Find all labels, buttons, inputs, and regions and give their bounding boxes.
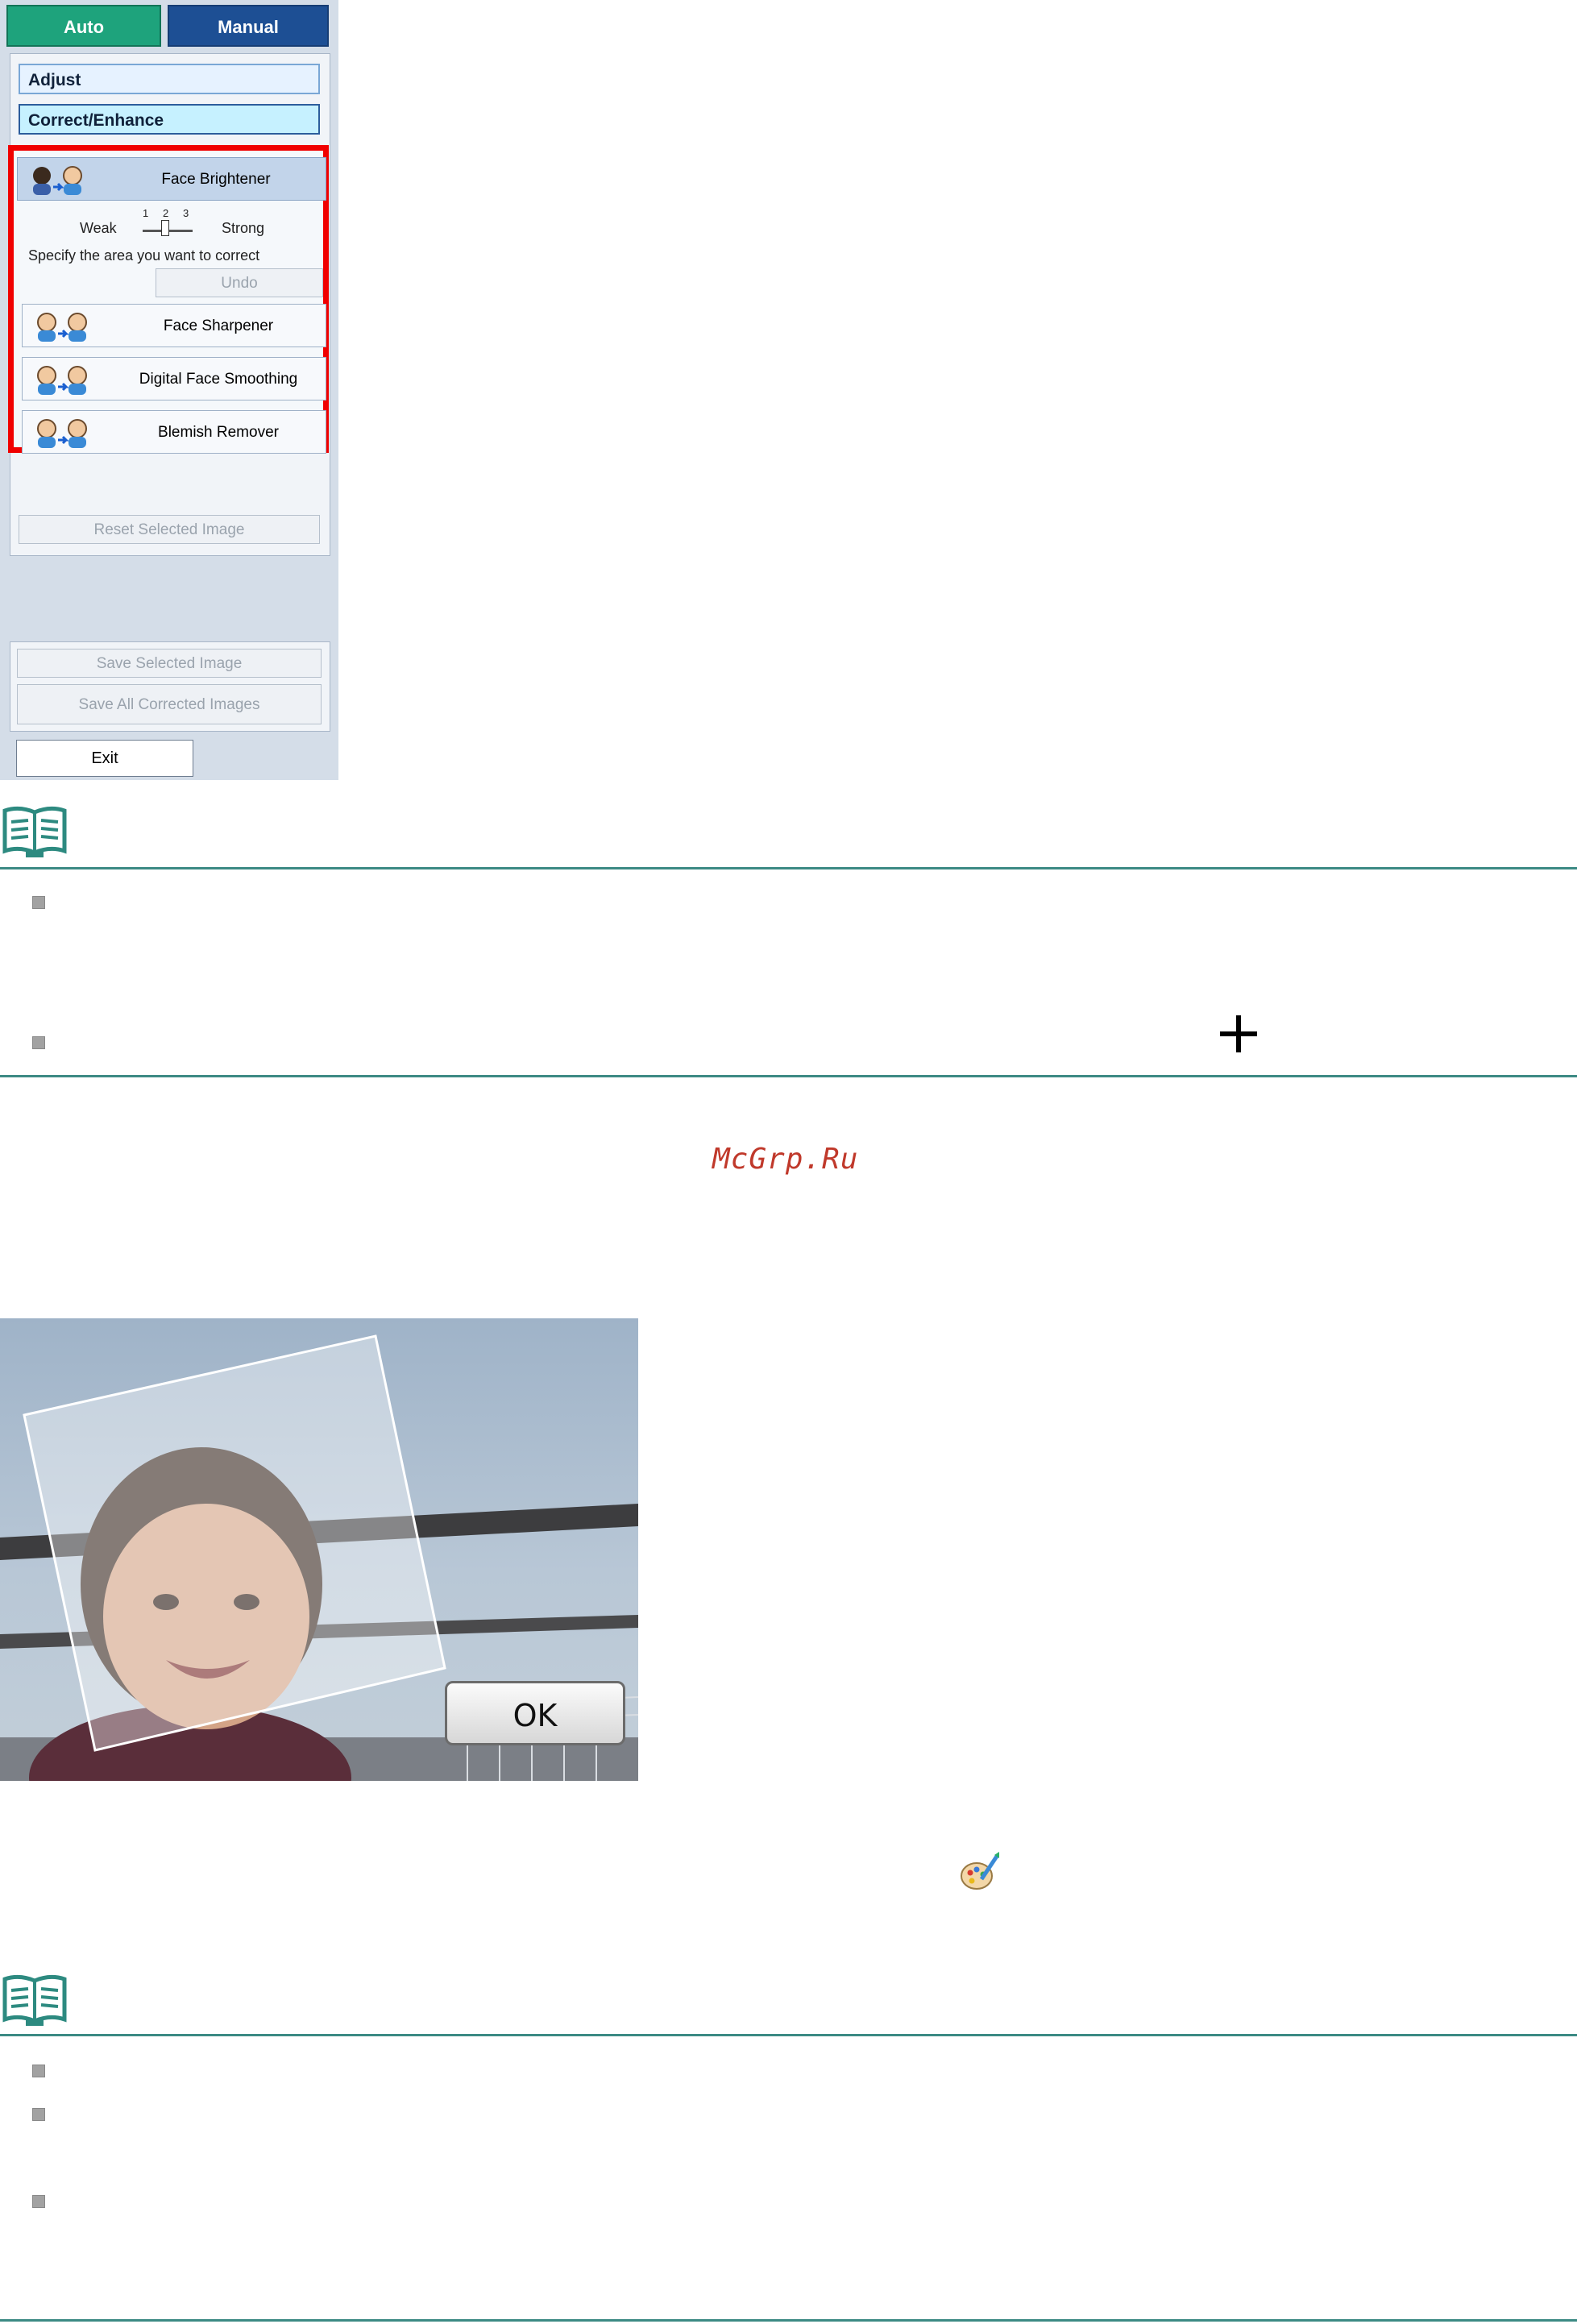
faces-icon	[37, 419, 87, 448]
bullet	[32, 2108, 45, 2121]
note-top-rule	[0, 2034, 1577, 2036]
photo-preview: OK	[0, 1318, 638, 1781]
correction-panel: Auto Manual Adjust Correct/Enhance Reset…	[0, 0, 338, 780]
slider-thumb[interactable]	[161, 220, 169, 236]
bullet	[32, 2195, 45, 2208]
tab-manual[interactable]: Manual	[168, 5, 329, 47]
correct-enhance-button[interactable]: Correct/Enhance	[19, 104, 320, 135]
plus-cursor-icon	[1220, 1015, 1257, 1052]
note-book-icon	[2, 806, 67, 857]
face-brightener-button[interactable]: Face Brightener	[17, 157, 326, 201]
note-bottom-rule	[0, 1075, 1577, 1077]
watermark-text: McGrp.Ru	[712, 1143, 859, 1176]
digital-face-smoothing-button[interactable]: Digital Face Smoothing	[22, 357, 326, 400]
save-selected-image-button[interactable]: Save Selected Image	[17, 649, 322, 678]
note-book-icon	[2, 1974, 67, 2026]
ok-button[interactable]: OK	[445, 1681, 625, 1745]
bullet	[32, 896, 45, 909]
tab-auto[interactable]: Auto	[6, 5, 161, 47]
face-sharpener-button[interactable]: Face Sharpener	[22, 304, 326, 347]
reset-selected-image-button[interactable]: Reset Selected Image	[19, 515, 320, 544]
faces-icon	[37, 313, 87, 342]
undo-button[interactable]: Undo	[156, 268, 323, 297]
face-brightener-label: Face Brightener	[161, 171, 271, 188]
highlight-frame: Face Brightener Weak 1 2 3 Strong Specif…	[8, 145, 329, 454]
faces-icon	[37, 366, 87, 395]
weak-label: Weak	[80, 220, 117, 236]
slider-tick-3: 3	[183, 207, 189, 219]
note-bottom-rule	[0, 2319, 1577, 2322]
palette-brush-icon	[961, 1852, 1000, 1890]
slider-tick-2: 2	[163, 207, 169, 219]
adjust-button[interactable]: Adjust	[19, 64, 320, 94]
instruction-text: Specify the area you want to correct	[28, 247, 260, 264]
note-top-rule	[0, 867, 1577, 869]
exit-button[interactable]: Exit	[16, 740, 193, 777]
face-sharpener-label: Face Sharpener	[163, 317, 274, 334]
bullet	[32, 2065, 45, 2077]
digital-face-smoothing-label: Digital Face Smoothing	[139, 371, 298, 388]
slider-tick-1: 1	[143, 207, 149, 219]
save-buttons-group: Save Selected Image Save All Corrected I…	[10, 641, 330, 732]
save-all-corrected-images-button[interactable]: Save All Corrected Images	[17, 684, 322, 724]
strong-label: Strong	[222, 220, 265, 236]
bullet	[32, 1036, 45, 1049]
blemish-remover-label: Blemish Remover	[158, 424, 279, 441]
blemish-remover-button[interactable]: Blemish Remover	[22, 410, 326, 454]
faces-icon	[33, 166, 82, 195]
